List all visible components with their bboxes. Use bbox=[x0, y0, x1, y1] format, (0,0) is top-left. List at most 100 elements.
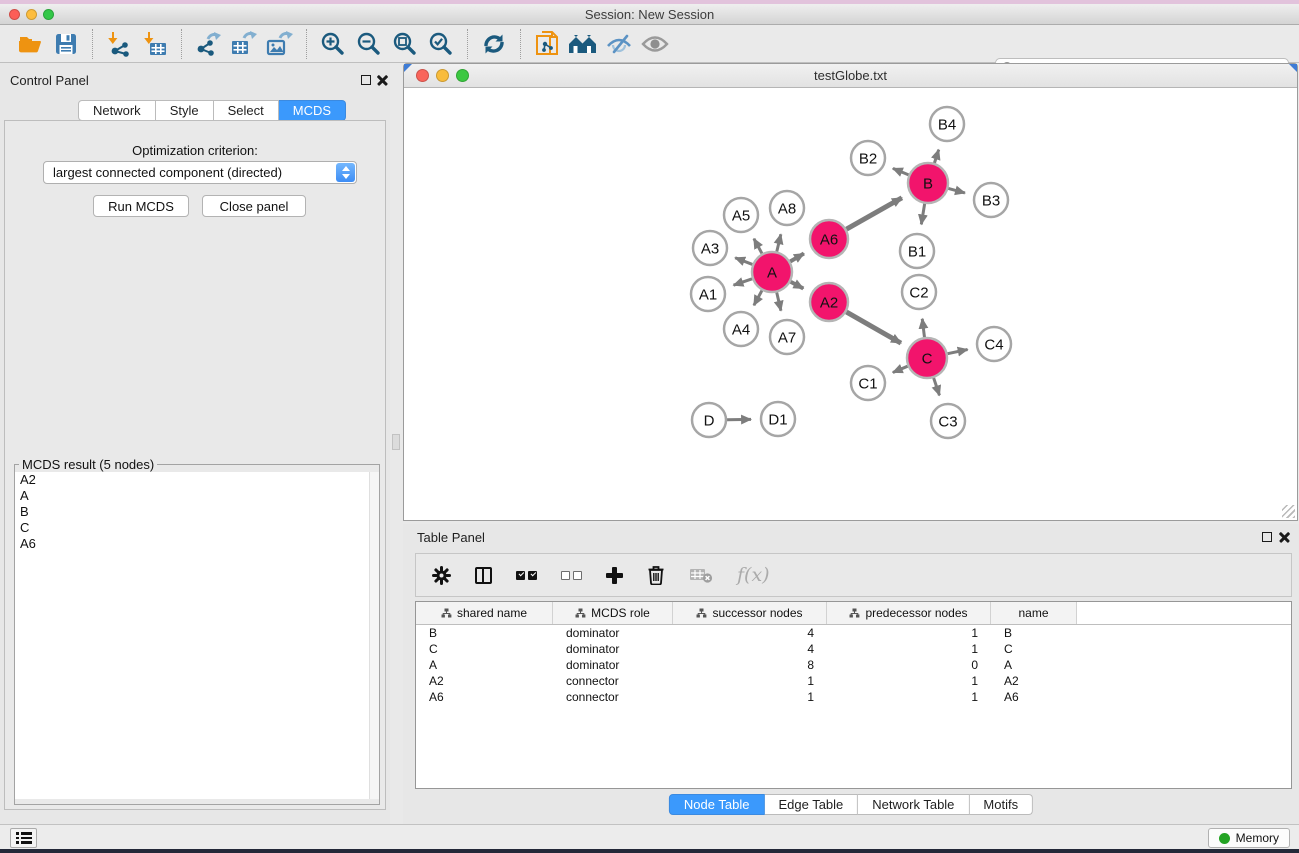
graph-edge-C-C1[interactable] bbox=[893, 366, 908, 372]
control-panel-close-icon[interactable] bbox=[377, 74, 388, 85]
import-table-icon[interactable] bbox=[137, 28, 173, 60]
table-row[interactable]: Adominator80A bbox=[416, 657, 1291, 673]
tab-select[interactable]: Select bbox=[214, 100, 279, 121]
graph-node-A8[interactable]: A8 bbox=[770, 191, 804, 225]
table-cell[interactable]: B bbox=[416, 625, 553, 641]
graph-node-A6[interactable]: A6 bbox=[810, 220, 848, 258]
zoom-out-icon[interactable] bbox=[351, 28, 387, 60]
graph-node-D[interactable]: D bbox=[692, 403, 726, 437]
graph-edge-B-B1[interactable] bbox=[921, 204, 924, 225]
save-session-icon[interactable] bbox=[48, 28, 84, 60]
hide-panel-eye-slash-icon[interactable] bbox=[601, 28, 637, 60]
table-panel-float-icon[interactable] bbox=[1262, 532, 1272, 542]
mcds-result-item[interactable]: B bbox=[15, 504, 379, 520]
table-row[interactable]: Bdominator41B bbox=[416, 625, 1291, 641]
mcds-result-item[interactable]: C bbox=[15, 520, 379, 536]
table-cell[interactable]: C bbox=[416, 641, 553, 657]
table-cell[interactable]: 1 bbox=[673, 689, 827, 705]
graph-node-B2[interactable]: B2 bbox=[851, 141, 885, 175]
table-panel-close-icon[interactable] bbox=[1279, 531, 1290, 542]
graph-node-B[interactable]: B bbox=[908, 163, 948, 203]
column-header-shared-name[interactable]: shared name bbox=[416, 602, 553, 624]
graph-node-C3[interactable]: C3 bbox=[931, 404, 965, 438]
tab-network[interactable]: Network bbox=[78, 100, 156, 121]
mcds-result-item[interactable]: A6 bbox=[15, 536, 379, 552]
tab-mcds[interactable]: MCDS bbox=[279, 100, 346, 121]
table-cell[interactable]: A bbox=[416, 657, 553, 673]
tab-motifs[interactable]: Motifs bbox=[969, 794, 1033, 815]
table-cell[interactable]: connector bbox=[553, 689, 673, 705]
delete-table-icon[interactable] bbox=[689, 567, 713, 584]
tab-style[interactable]: Style bbox=[156, 100, 214, 121]
graph-node-C2[interactable]: C2 bbox=[902, 275, 936, 309]
mcds-result-item[interactable]: A2 bbox=[15, 472, 379, 488]
table-cell[interactable]: dominator bbox=[553, 657, 673, 673]
column-header-predecessor-nodes[interactable]: predecessor nodes bbox=[827, 602, 991, 624]
table-options-gear-icon[interactable] bbox=[432, 566, 451, 585]
show-column-icon[interactable] bbox=[475, 567, 492, 584]
graph-edge-A-A3[interactable] bbox=[735, 258, 752, 265]
graph-edge-A-A6[interactable] bbox=[790, 254, 804, 262]
graph-node-C4[interactable]: C4 bbox=[977, 327, 1011, 361]
table-cell[interactable]: 1 bbox=[827, 673, 991, 689]
table-cell[interactable]: 1 bbox=[827, 625, 991, 641]
network-canvas[interactable]: AA1A2A3A4A5A6A7A8BB1B2B3B4CC1C2C3C4DD1 bbox=[404, 88, 1297, 520]
table-cell[interactable]: C bbox=[991, 641, 1077, 657]
graph-node-A[interactable]: A bbox=[752, 252, 792, 292]
graph-edge-A-A8[interactable] bbox=[777, 234, 781, 251]
graph-edge-A2-C[interactable] bbox=[846, 312, 901, 343]
graph-node-A2[interactable]: A2 bbox=[810, 283, 848, 321]
task-history-list-icon[interactable] bbox=[10, 828, 37, 848]
graph-node-B1[interactable]: B1 bbox=[900, 234, 934, 268]
add-column-icon[interactable] bbox=[606, 567, 623, 584]
column-header-name[interactable]: name bbox=[991, 602, 1077, 624]
graph-edge-B-B3[interactable] bbox=[948, 188, 965, 192]
new-network-from-selection-icon[interactable] bbox=[529, 28, 565, 60]
table-cell[interactable]: B bbox=[991, 625, 1077, 641]
select-all-icon[interactable] bbox=[516, 571, 537, 580]
table-cell[interactable]: connector bbox=[553, 673, 673, 689]
table-cell[interactable]: 1 bbox=[827, 689, 991, 705]
graph-edge-A-A5[interactable] bbox=[754, 239, 762, 254]
open-session-icon[interactable] bbox=[12, 28, 48, 60]
network-window-titlebar[interactable]: testGlobe.txt bbox=[404, 64, 1297, 88]
table-cell[interactable]: dominator bbox=[553, 641, 673, 657]
mcds-result-list[interactable]: A2ABCA6 bbox=[15, 472, 379, 799]
graph-edge-C-C2[interactable] bbox=[922, 319, 924, 337]
table-row[interactable]: A6connector11A6 bbox=[416, 689, 1291, 705]
graph-node-A3[interactable]: A3 bbox=[693, 231, 727, 265]
column-header-MCDS-role[interactable]: MCDS role bbox=[553, 602, 673, 624]
zoom-fit-icon[interactable] bbox=[387, 28, 423, 60]
table-row[interactable]: A2connector11A2 bbox=[416, 673, 1291, 689]
table-cell[interactable]: 1 bbox=[673, 673, 827, 689]
titlebar[interactable]: Session: New Session bbox=[0, 4, 1299, 25]
zoom-in-icon[interactable] bbox=[315, 28, 351, 60]
graph-edge-A-A1[interactable] bbox=[734, 279, 753, 285]
graph-edge-A-A4[interactable] bbox=[754, 290, 762, 305]
graph-node-B3[interactable]: B3 bbox=[974, 183, 1008, 217]
graph-edge-A6-B[interactable] bbox=[846, 198, 901, 229]
table-cell[interactable]: 4 bbox=[673, 625, 827, 641]
table-cell[interactable]: A6 bbox=[991, 689, 1077, 705]
export-network-icon[interactable] bbox=[190, 28, 226, 60]
graph-node-A1[interactable]: A1 bbox=[691, 277, 725, 311]
graph-node-B4[interactable]: B4 bbox=[930, 107, 964, 141]
graph-node-A7[interactable]: A7 bbox=[770, 320, 804, 354]
table-cell[interactable]: 0 bbox=[827, 657, 991, 673]
show-panel-eye-icon[interactable] bbox=[637, 28, 673, 60]
table-cell[interactable]: 1 bbox=[827, 641, 991, 657]
vertical-splitter[interactable] bbox=[390, 63, 403, 824]
import-network-icon[interactable] bbox=[101, 28, 137, 60]
graph-edge-B-B2[interactable] bbox=[893, 168, 909, 175]
graph-node-A4[interactable]: A4 bbox=[724, 312, 758, 346]
graph-edge-A-A2[interactable] bbox=[791, 282, 804, 289]
graph-edge-C-C3[interactable] bbox=[934, 378, 940, 395]
apply-layout-icon[interactable] bbox=[476, 28, 512, 60]
graph-edge-A-A7[interactable] bbox=[777, 292, 781, 310]
table-cell[interactable]: 8 bbox=[673, 657, 827, 673]
network-graph[interactable]: AA1A2A3A4A5A6A7A8BB1B2B3B4CC1C2C3C4DD1 bbox=[404, 88, 1297, 520]
table-cell[interactable]: A2 bbox=[416, 673, 553, 689]
column-header-successor-nodes[interactable]: successor nodes bbox=[673, 602, 827, 624]
tab-network-table[interactable]: Network Table bbox=[858, 794, 969, 815]
home-view-icon[interactable] bbox=[565, 28, 601, 60]
